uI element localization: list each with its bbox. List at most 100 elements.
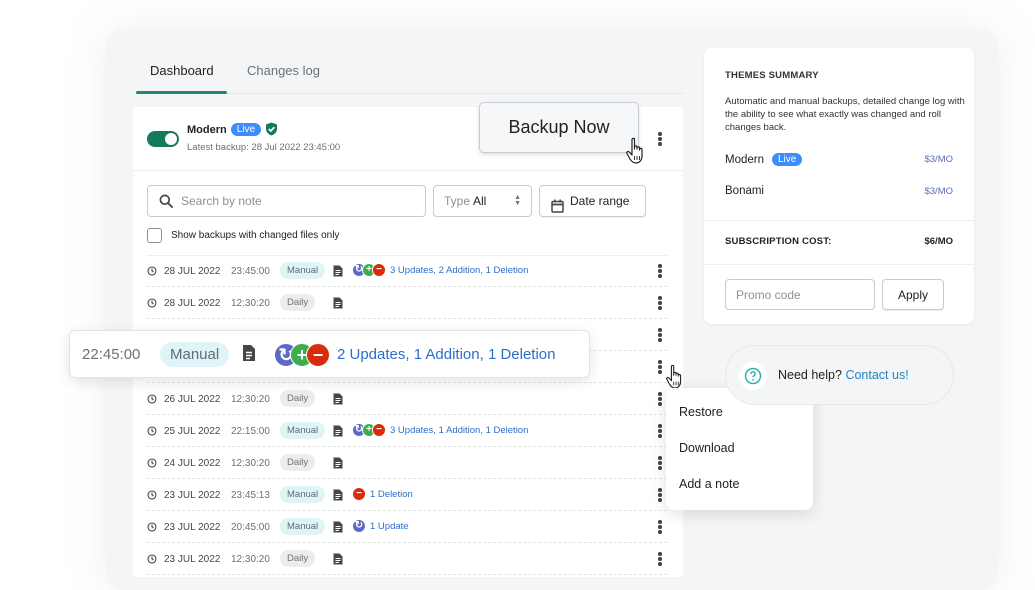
theme-enabled-toggle[interactable]	[147, 131, 179, 147]
changed-files-checkbox-label[interactable]: Show backups with changed files only	[171, 230, 339, 241]
date-range-label: Date range	[570, 194, 630, 208]
row-more-menu-icon[interactable]	[655, 455, 665, 471]
change-summary-link[interactable]: 1 Deletion	[370, 489, 413, 500]
document-icon[interactable]	[333, 425, 343, 440]
row-more-menu-icon[interactable]	[655, 487, 665, 503]
document-icon[interactable]	[333, 553, 343, 568]
document-icon[interactable]	[333, 393, 343, 408]
clock-icon	[147, 490, 157, 503]
backup-row[interactable]: 28 JUL 2022 12:30:20 Daily	[147, 287, 667, 319]
divider	[704, 264, 974, 265]
document-icon[interactable]	[333, 489, 343, 504]
backup-type-badge: Manual	[280, 486, 326, 503]
row-more-menu-icon[interactable]	[655, 551, 665, 567]
document-icon[interactable]	[333, 521, 343, 536]
type-select[interactable]: Type All ▲ ▼	[433, 185, 532, 217]
update-icon: ↻	[352, 519, 366, 533]
backup-type-badge: Daily	[280, 294, 316, 311]
promo-code-input[interactable]	[725, 279, 875, 310]
theme-name: Modern	[187, 124, 227, 136]
backup-type-badge: Manual	[280, 422, 326, 439]
themes-summary-card: THEMES SUMMARY Automatic and manual back…	[704, 48, 974, 324]
clock-icon	[147, 426, 157, 439]
backup-row[interactable]: 26 JUL 2022 12:30:20 Daily	[147, 383, 667, 415]
row-more-menu-icon[interactable]	[655, 391, 665, 407]
highlighted-backup-row[interactable]: 22:45:00 Manual ↻ + − 2 Updates, 1 Addit…	[69, 330, 590, 378]
row-more-menu-icon[interactable]	[655, 359, 665, 375]
clock-icon	[147, 298, 157, 311]
menu-item-add-note[interactable]: Add a note	[679, 477, 739, 491]
backup-row[interactable]: 23 JUL 2022 20:45:00 Manual ↻ 1 Update	[147, 511, 667, 543]
live-badge: Live	[772, 153, 803, 166]
backup-type-badge: Manual	[280, 518, 326, 535]
deletion-icon: −	[372, 263, 386, 277]
deletion-icon: −	[352, 487, 366, 501]
row-more-menu-icon[interactable]	[655, 423, 665, 439]
backup-type-badge: Daily	[280, 390, 316, 407]
tab-changes-log[interactable]: Changes log	[247, 52, 320, 93]
live-badge: Live	[230, 123, 262, 136]
summary-theme-price: $3/MO	[924, 186, 953, 197]
divider	[704, 220, 974, 221]
backup-date: 25 JUL 2022	[164, 426, 221, 437]
change-summary-link[interactable]: 2 Updates, 1 Addition, 1 Deletion	[337, 346, 555, 363]
backup-now-button[interactable]: Backup Now	[479, 102, 639, 153]
document-icon[interactable]	[333, 297, 343, 312]
backup-row[interactable]: 24 JUL 2022 12:30:20 Daily	[147, 447, 667, 479]
backup-type-badge: Manual	[160, 342, 230, 367]
row-context-menu: Restore Download Add a note	[666, 388, 813, 510]
summary-theme-name: Bonami	[725, 185, 764, 197]
backup-time: 23:45:13	[231, 490, 270, 501]
row-more-menu-icon[interactable]	[655, 327, 665, 343]
contact-us-link[interactable]: Contact us!	[845, 368, 908, 382]
summary-description: Automatic and manual backups, detailed c…	[725, 96, 965, 133]
theme-name-line: Modern Live	[187, 122, 278, 139]
backup-type-badge: Daily	[280, 550, 316, 567]
document-icon	[242, 344, 256, 367]
backup-time: 12:30:20	[231, 458, 270, 469]
help-circle-icon	[739, 362, 767, 390]
latest-backup-text: Latest backup: 28 Jul 2022 23:45:00	[187, 142, 341, 153]
row-more-menu-icon[interactable]	[655, 519, 665, 535]
summary-theme-label: Modern	[725, 154, 764, 166]
backup-date: 28 JUL 2022	[164, 266, 221, 277]
change-summary-link[interactable]: 3 Updates, 1 Addition, 1 Deletion	[390, 425, 528, 436]
backup-time: 12:30:20	[231, 394, 270, 405]
document-icon[interactable]	[333, 457, 343, 472]
tab-dashboard[interactable]: Dashboard	[136, 52, 227, 94]
search-field[interactable]	[147, 185, 426, 217]
clock-icon	[147, 554, 157, 567]
backup-time: 22:15:00	[231, 426, 270, 437]
help-text: Need help?	[778, 368, 842, 382]
search-icon	[159, 194, 173, 213]
subscription-cost-value: $6/MO	[924, 236, 953, 247]
changed-files-checkbox[interactable]	[147, 228, 162, 243]
backup-row[interactable]: 25 JUL 2022 22:15:00 Manual ↻ + −3 Updates, 1…	[147, 415, 667, 447]
row-more-menu-icon[interactable]	[655, 263, 665, 279]
backup-date: 28 JUL 2022	[164, 298, 221, 309]
menu-item-download[interactable]: Download	[679, 441, 735, 455]
menu-item-restore[interactable]: Restore	[679, 405, 723, 419]
clock-icon	[147, 266, 157, 279]
change-summary-link[interactable]: 3 Updates, 2 Addition, 1 Deletion	[390, 265, 528, 276]
theme-more-menu-icon[interactable]	[655, 131, 665, 147]
subscription-cost-label: SUBSCRIPTION COST:	[725, 236, 832, 247]
summary-title: THEMES SUMMARY	[725, 70, 819, 81]
backup-row[interactable]: 23 JUL 2022 23:45:13 Manual −1 Deletion	[147, 479, 667, 511]
clock-icon	[147, 394, 157, 407]
calendar-icon	[551, 194, 564, 224]
document-icon[interactable]	[333, 265, 343, 280]
deletion-icon: −	[306, 343, 330, 367]
backup-row[interactable]: 28 JUL 2022 23:45:00 Manual ↻ + −3 Updates, 2…	[147, 255, 667, 287]
date-range-button[interactable]: Date range	[539, 185, 646, 217]
backup-date: 23 JUL 2022	[164, 554, 221, 565]
clock-icon	[147, 458, 157, 471]
summary-theme-name: Modern Live	[725, 153, 803, 166]
change-summary-link[interactable]: 1 Update	[370, 521, 409, 532]
search-input[interactable]	[181, 186, 421, 216]
backup-row[interactable]: 23 JUL 2022 12:30:20 Daily	[147, 543, 667, 575]
row-more-menu-icon[interactable]	[655, 295, 665, 311]
help-box: Need help? Contact us!	[725, 345, 954, 405]
backup-date: 24 JUL 2022	[164, 458, 221, 469]
apply-promo-button[interactable]: Apply	[882, 279, 944, 310]
